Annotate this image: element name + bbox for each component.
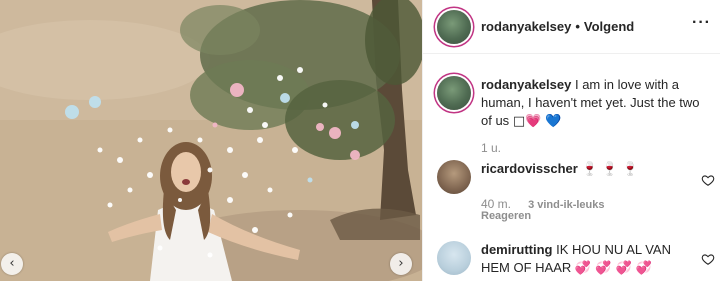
- commenter-avatar[interactable]: [437, 241, 471, 275]
- chevron-right-icon[interactable]: ›: [390, 253, 412, 275]
- comment-likes[interactable]: 3 vind-ik-leuks: [528, 199, 604, 211]
- comment-text: 🍷 🍷 🍷: [581, 162, 639, 177]
- commenter-avatar[interactable]: [437, 160, 471, 194]
- more-icon[interactable]: ···: [692, 14, 711, 32]
- comment-emoji: 💞 💞 💞 💞: [574, 261, 653, 276]
- author-line: rodanyakelsey • Volgend: [481, 19, 634, 34]
- separator-dot: •: [575, 19, 580, 34]
- reply-button[interactable]: Reageren: [481, 210, 531, 222]
- post-photo[interactable]: ‹ ›: [0, 0, 422, 281]
- author-avatar[interactable]: [437, 10, 471, 44]
- heart-outline-icon[interactable]: [701, 173, 715, 187]
- following-button[interactable]: Volgend: [584, 19, 634, 34]
- photo-scene: [0, 0, 422, 281]
- comment-meta: 40 m. 3 vind-ik-leuks: [481, 197, 605, 211]
- caption-timestamp[interactable]: 1 u.: [481, 141, 501, 155]
- post-side-panel: rodanyakelsey • Volgend ··· rodanyakelsey …: [422, 0, 720, 281]
- comment-text-block: ricardovisscher 🍷 🍷 🍷: [481, 160, 701, 179]
- caption-text-block: rodanyakelsey I am in love with a human,…: [481, 76, 701, 131]
- comment-text-block: demirutting IK HOU NU AL VAN HEM OF HAAR…: [481, 241, 701, 278]
- author-username[interactable]: rodanyakelsey: [481, 19, 571, 34]
- comment-username[interactable]: demirutting: [481, 242, 553, 257]
- chevron-left-icon[interactable]: ‹: [1, 253, 23, 275]
- caption-username[interactable]: rodanyakelsey: [481, 77, 571, 92]
- caption-avatar[interactable]: [437, 76, 471, 110]
- caption-emoji: □💗 💙: [512, 114, 562, 129]
- post-header: rodanyakelsey • Volgend ···: [423, 0, 720, 54]
- heart-outline-icon[interactable]: [701, 252, 715, 266]
- comment-timestamp[interactable]: 40 m.: [481, 197, 511, 211]
- comment-username[interactable]: ricardovisscher: [481, 161, 578, 176]
